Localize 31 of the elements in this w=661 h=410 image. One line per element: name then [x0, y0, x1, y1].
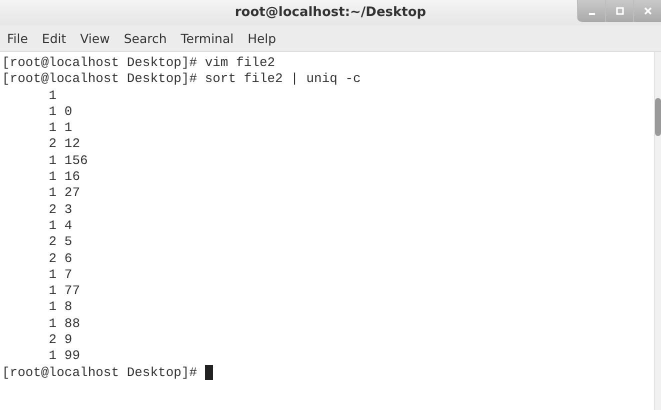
close-icon	[644, 7, 652, 15]
terminal-line: 1 0	[48, 104, 74, 120]
terminal-line: 1 99	[48, 348, 82, 365]
terminal-line: [root@localhost Desktop]# sort file2 | uniq -c	[2, 71, 362, 88]
menu-item[interactable]: Help	[248, 30, 276, 46]
terminal-line: [root@localhost Desktop]# vim file2	[2, 55, 276, 72]
menu-item[interactable]: Edit	[42, 30, 66, 46]
terminal-line: 1 16	[48, 169, 82, 186]
maximize-icon	[616, 7, 624, 15]
menu-item[interactable]: View	[80, 30, 110, 46]
terminal-line: 2 5	[48, 234, 74, 251]
terminal-line: 1 7	[48, 266, 74, 284]
menu-item[interactable]: File	[7, 30, 28, 46]
terminal-line: 1 27	[48, 185, 82, 202]
terminal-line: 2 12	[48, 136, 82, 153]
terminal-line: 1 156	[48, 152, 89, 170]
terminal-line: 1 77	[48, 283, 82, 300]
terminal-line: 1 4	[48, 218, 74, 234]
terminal-line: 2 3	[48, 202, 74, 218]
cursor-block	[204, 365, 213, 380]
scrollbar[interactable]	[654, 52, 661, 410]
menu-item[interactable]: Terminal	[180, 30, 234, 46]
terminal-line: 1	[48, 88, 58, 104]
terminal-prompt: [root@localhost Desktop]#	[2, 364, 198, 381]
terminal-line: 2 9	[48, 332, 74, 348]
window-title: root@localhost:~/Desktop	[234, 5, 426, 20]
terminal-line: 2 6	[48, 250, 74, 267]
terminal-line: 1 8	[48, 299, 74, 316]
menu-item[interactable]: Search	[124, 30, 167, 46]
terminal-line: 1 88	[48, 316, 82, 332]
terminal-line: 1 1	[48, 120, 74, 136]
